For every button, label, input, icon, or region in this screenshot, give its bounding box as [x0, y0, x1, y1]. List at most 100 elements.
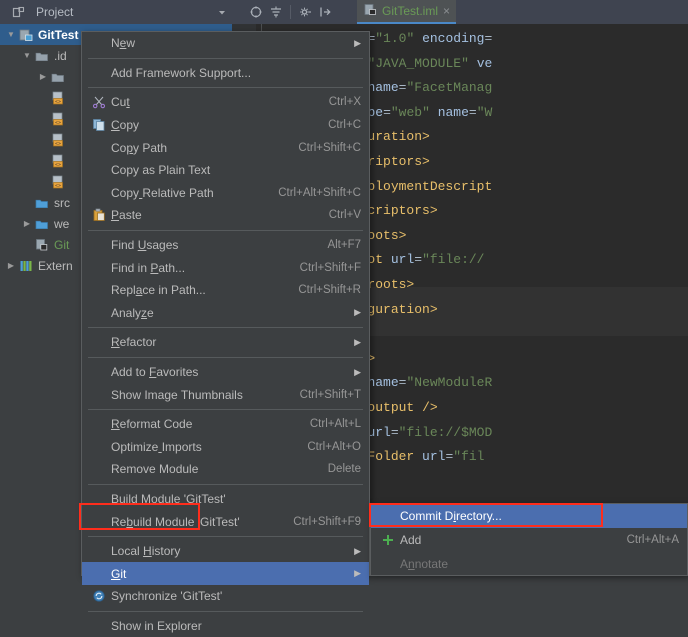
menu-item-commit-directory[interactable]: Commit Directory...	[371, 504, 687, 528]
options-gear-icon[interactable]	[295, 2, 315, 22]
menu-separator	[88, 58, 363, 59]
menu-item-label: Copy Relative Path	[111, 186, 264, 200]
menu-item-label: Remove Module	[111, 462, 314, 476]
menu-item-no-icon	[90, 416, 108, 432]
menu-item-local-history[interactable]: Local History▶	[82, 540, 369, 563]
copy-icon	[90, 117, 108, 133]
menu-item-shortcut: Ctrl+C	[328, 119, 361, 131]
settings-gear-icon[interactable]	[246, 2, 266, 22]
menu-item-label: Refactor	[111, 335, 344, 349]
menu-item-show-image-thumbnails[interactable]: Show Image ThumbnailsCtrl+Shift+T	[82, 383, 369, 406]
menu-item-shortcut: Ctrl+Alt+Shift+C	[278, 187, 361, 199]
tree-node-label: GitTest	[38, 28, 78, 42]
menu-item-shortcut: Ctrl+X	[329, 96, 361, 108]
menu-item-cut[interactable]: Cut Ctrl+X	[82, 91, 369, 114]
menu-item-no-icon	[90, 334, 108, 350]
external-libraries-icon	[18, 258, 34, 274]
menu-item-shortcut: Delete	[328, 463, 361, 475]
cut-scissors-icon	[90, 94, 108, 110]
menu-item-copy[interactable]: CopyCtrl+C	[82, 114, 369, 137]
menu-item-shortcut: Ctrl+Alt+L	[310, 418, 361, 430]
menu-item-label: Add	[400, 533, 613, 547]
menu-item-label: Copy Path	[111, 141, 284, 155]
menu-item-label: Optimize Imports	[111, 440, 293, 454]
svg-text:<>: <>	[55, 120, 61, 126]
paste-clipboard-icon	[90, 207, 108, 223]
project-panel-header[interactable]: Project	[0, 0, 232, 24]
menu-item-no-icon	[90, 387, 108, 403]
menu-item-add[interactable]: AddCtrl+Alt+A	[371, 528, 687, 552]
project-panel-label: Project	[36, 5, 73, 19]
submenu-arrow-icon: ▶	[354, 367, 361, 378]
menu-item-find-usages[interactable]: Find UsagesAlt+F7	[82, 234, 369, 257]
menu-item-label: Commit Directory...	[400, 509, 679, 523]
menu-item-analyze[interactable]: Analyze▶	[82, 302, 369, 325]
menu-item-label: Analyze	[111, 306, 344, 320]
menu-item-label: Cut	[111, 95, 315, 109]
chevron-down-icon[interactable]: ▼	[4, 30, 18, 39]
chevron-down-icon[interactable]	[212, 2, 232, 22]
menu-item-add-to-favorites[interactable]: Add to Favorites▶	[82, 361, 369, 384]
menu-item-replace-in-path[interactable]: Replace in Path...Ctrl+Shift+R	[82, 279, 369, 302]
menu-item-copy-as-plain-text[interactable]: Copy as Plain Text	[82, 159, 369, 182]
menu-item-remove-module[interactable]: Remove Module Delete	[82, 458, 369, 481]
tab-label: GitTest.iml	[382, 4, 438, 18]
menu-item-no-icon	[90, 162, 108, 178]
chevron-down-icon[interactable]: ▼	[20, 51, 34, 60]
collapse-all-icon[interactable]	[266, 2, 286, 22]
menu-item-reformat-code[interactable]: Reformat CodeCtrl+Alt+L	[82, 413, 369, 436]
tree-node-label: src	[54, 196, 70, 210]
menu-item-no-icon	[90, 185, 108, 201]
menu-item-synchronize-gittest[interactable]: Synchronize 'GitTest'	[82, 585, 369, 608]
menu-item-no-icon	[90, 305, 108, 321]
menu-item-label: Find in Path...	[111, 261, 286, 275]
chevron-right-icon[interactable]: ▶	[20, 219, 34, 228]
menu-item-copy-path[interactable]: Copy PathCtrl+Shift+C	[82, 136, 369, 159]
menu-item-label: Annotate	[400, 557, 679, 571]
top-toolbar: Project	[0, 0, 688, 24]
hide-panel-icon[interactable]	[315, 2, 335, 22]
menu-item-refactor[interactable]: Refactor▶	[82, 331, 369, 354]
menu-item-paste[interactable]: PasteCtrl+V	[82, 204, 369, 227]
xml-file-icon: <>	[50, 111, 66, 127]
tree-node-label: Git	[54, 238, 69, 252]
web-folder-icon	[34, 216, 50, 232]
chevron-right-icon[interactable]: ▶	[36, 72, 50, 81]
menu-item-no-icon	[90, 461, 108, 477]
source-folder-icon	[34, 195, 50, 211]
menu-item-label: Find Usages	[111, 238, 313, 252]
xml-file-icon: <>	[50, 174, 66, 190]
menu-item-show-in-explorer[interactable]: Show in Explorer	[82, 615, 369, 637]
menu-item-find-in-path[interactable]: Find in Path...Ctrl+Shift+F	[82, 256, 369, 279]
menu-item-no-icon	[90, 237, 108, 253]
menu-item-annotate[interactable]: Annotate	[371, 552, 687, 576]
tab-gittest-iml[interactable]: GitTest.iml ×	[357, 0, 456, 24]
vcs-add-plus-icon	[379, 532, 397, 548]
context-menu[interactable]: New▶Add Framework Support...CutCtrl+XCop…	[81, 31, 370, 576]
svg-text:<>: <>	[55, 183, 61, 189]
chevron-right-icon[interactable]: ▶	[4, 261, 18, 270]
svg-text:<>: <>	[55, 141, 61, 147]
menu-item-label: New	[111, 36, 344, 50]
menu-item-label: Build Module 'GitTest'	[111, 492, 361, 506]
tab-close-icon[interactable]: ×	[443, 5, 450, 17]
menu-item-build-module-gittest[interactable]: Build Module 'GitTest'	[82, 488, 369, 511]
menu-separator	[88, 230, 363, 231]
menu-item-add-framework-support[interactable]: Add Framework Support...	[82, 62, 369, 85]
menu-item-no-icon	[90, 566, 108, 582]
menu-item-new[interactable]: New▶	[82, 32, 369, 55]
menu-item-git[interactable]: Git▶	[82, 562, 369, 585]
menu-separator	[88, 536, 363, 537]
project-panel-icon	[8, 2, 28, 22]
menu-item-label: Add Framework Support...	[111, 66, 361, 80]
menu-item-no-icon	[90, 514, 108, 530]
menu-item-rebuild-module-gittest[interactable]: Rebuild Module 'GitTest'Ctrl+Shift+F9	[82, 510, 369, 533]
menu-item-label: Paste	[111, 208, 315, 222]
tree-node-label: Extern	[38, 259, 73, 273]
menu-item-copy-relative-path[interactable]: Copy Relative Path Ctrl+Alt+Shift+C	[82, 182, 369, 205]
menu-item-label: Git	[111, 567, 344, 581]
git-submenu[interactable]: Commit Directory... AddCtrl+Alt+A Annotate	[370, 503, 688, 576]
menu-item-optimize-imports[interactable]: Optimize ImportsCtrl+Alt+O	[82, 436, 369, 459]
xml-file-icon: <>	[50, 153, 66, 169]
menu-item-shortcut: Ctrl+Shift+T	[300, 389, 361, 401]
